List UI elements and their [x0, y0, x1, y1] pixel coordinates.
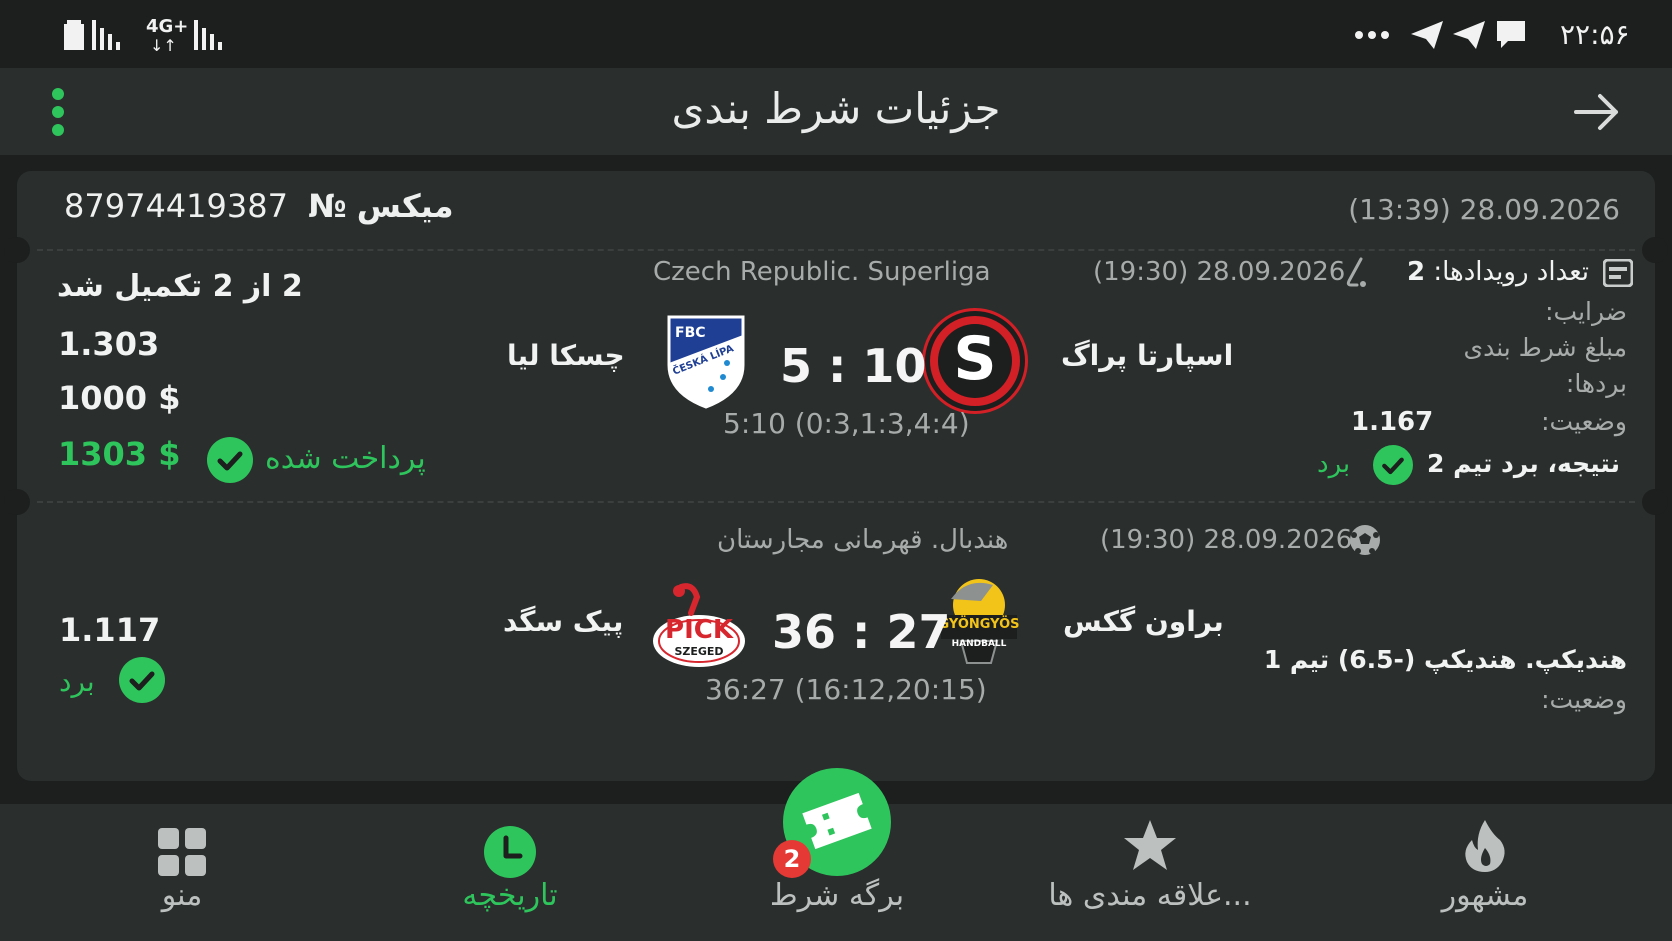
event-datetime: (19:30) 28.09.2026	[1100, 525, 1353, 555]
event-win-check-icon	[119, 657, 165, 703]
nav-label: علاقه مندی ها...	[1048, 878, 1252, 913]
score-detail: 36:27 (16:12,20:15)	[705, 673, 987, 706]
nav-label: منو	[161, 878, 203, 913]
stake-amount: 1000 $	[58, 379, 181, 417]
home-logo-letter: S	[953, 324, 997, 394]
events-count-row: تعداد رویدادها: 2	[1407, 257, 1589, 287]
home-team-logo: S	[925, 311, 1025, 411]
page-title: جزئیات شرط بندی	[671, 84, 1001, 133]
grid-icon	[158, 828, 206, 876]
signal-icon	[92, 20, 120, 50]
away-team-name: چسکا لیا	[507, 339, 625, 372]
event-win-check-icon	[1373, 445, 1413, 485]
stake-label: مبلغ شرط بندی	[1463, 333, 1627, 362]
bet-number-row: میکس № 87974419387	[54, 187, 454, 225]
event-market: هندیکپ. هندیکپ (-6.5) تیم 1	[1263, 645, 1627, 674]
match-score: 5 : 10	[780, 339, 927, 393]
more-dots-icon	[1355, 31, 1389, 39]
paid-check-icon	[207, 437, 253, 483]
away-logo-text: FBC	[675, 325, 706, 341]
bet-number: 87974419387	[64, 187, 288, 225]
flame-icon	[1465, 820, 1505, 872]
battery-icon	[64, 20, 84, 50]
away-team-name: پیک سگد	[503, 605, 624, 638]
home-team-name: براون گکس	[1063, 605, 1224, 638]
arrow-right-icon[interactable]	[1572, 88, 1622, 136]
message-icon	[1497, 21, 1525, 48]
telegram-icon	[1411, 21, 1443, 49]
status-label: وضعیت:	[1541, 685, 1627, 714]
home-team-name: اسپارتا پراگ	[1061, 339, 1234, 372]
away-logo-subtext: SZEGED	[674, 645, 724, 658]
nav-label: مشهور	[1441, 878, 1529, 913]
wins-label: بردها:	[1565, 369, 1627, 398]
floorball-icon	[1346, 257, 1366, 287]
bet-slip-badge: 2	[773, 840, 811, 878]
event-odds: 1.167	[1351, 407, 1434, 437]
event-result: برد	[59, 665, 95, 698]
event-result: برد	[1317, 449, 1351, 479]
network-arrows-icon: ↓↑	[150, 36, 177, 55]
nav-item-favorites[interactable]: علاقه مندی ها...	[1020, 812, 1280, 932]
nav-item-history[interactable]: تاریخچه	[440, 812, 580, 932]
telegram-icon	[1453, 21, 1485, 49]
status-label: وضعیت:	[1541, 407, 1627, 436]
bet-slip-icon	[1603, 259, 1633, 287]
app-header: جزئیات شرط بندی	[0, 68, 1672, 155]
score-detail: 5:10 (0:3,1:3,4:4)	[723, 407, 970, 440]
bet-datetime: (13:39) 28.09.2026	[1348, 193, 1620, 226]
win-amount: 1303 $	[58, 435, 181, 473]
handball-icon	[1350, 525, 1380, 555]
event-league: هندبال. قهرمانی مجارستان	[717, 525, 1009, 555]
away-team-logo: PICK SZEGED	[651, 583, 747, 667]
event-league: Czech Republic. Superliga	[653, 257, 991, 287]
status-bar: 4G+ ↓↑ ۲۲:۵۶	[0, 0, 1672, 68]
event-datetime: (19:30) 28.09.2026	[1093, 257, 1346, 287]
nav-item-popular[interactable]: مشهور	[1420, 812, 1550, 932]
star-icon	[1124, 820, 1176, 870]
total-odds: 1.303	[58, 325, 160, 363]
clock-time: ۲۲:۵۶	[1560, 18, 1630, 51]
events-label: تعداد رویدادها:	[1433, 257, 1589, 287]
signal-icon	[194, 20, 222, 50]
away-team-logo: FBC ČESKÁ LÍPA	[665, 313, 747, 409]
network-type: 4G+	[146, 16, 189, 37]
ticket-icon	[802, 792, 872, 850]
events-count: 2	[1406, 257, 1426, 287]
event-market: نتیجه، برد تیم 2	[1427, 449, 1620, 478]
bet-type-label: میکس	[356, 187, 454, 225]
match-score: 36 : 27	[772, 605, 951, 659]
bet-details-card: میکس № 87974419387 (13:39) 28.09.2026 2 …	[4, 171, 1668, 781]
event-odds: 1.117	[59, 611, 161, 649]
away-logo-text: PICK	[665, 615, 733, 645]
paid-status: پرداخت شده	[265, 441, 426, 476]
bet-number-symbol: №	[308, 187, 347, 225]
nav-label: برگه شرط	[769, 878, 905, 913]
nav-label: تاریخچه	[462, 878, 558, 913]
odds-label: ضرایب:	[1545, 297, 1627, 326]
completed-text: 2 از 2 تکمیل شد	[57, 269, 303, 304]
clock-icon	[484, 826, 536, 878]
nav-item-menu[interactable]: منو	[122, 812, 242, 932]
